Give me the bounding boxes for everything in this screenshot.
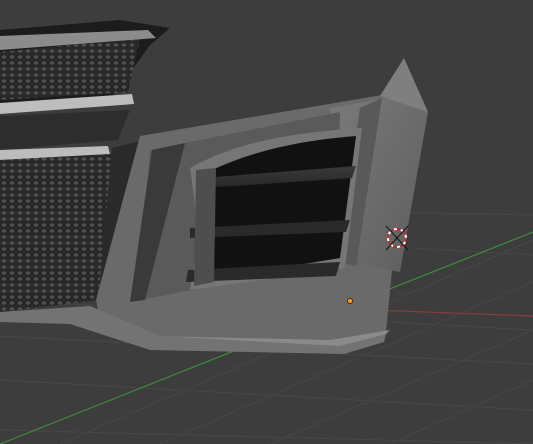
object-origin-icon (347, 298, 353, 304)
3d-viewport[interactable] (0, 0, 533, 444)
viewport-canvas[interactable] (0, 0, 533, 444)
